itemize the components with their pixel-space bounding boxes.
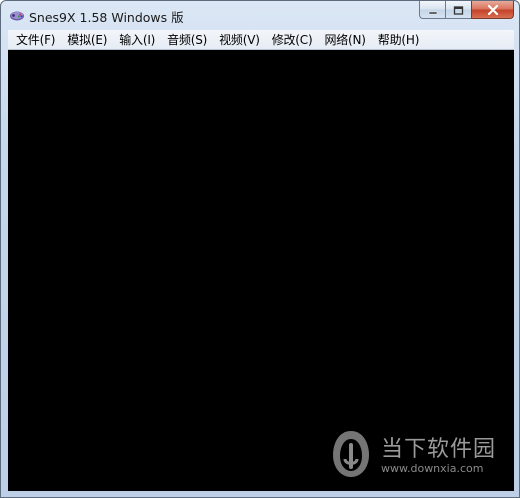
close-button[interactable] — [471, 1, 514, 19]
minimize-icon — [428, 0, 438, 19]
watermark-name: 当下软件园 — [381, 437, 497, 462]
menu-sound[interactable]: 音频(S) — [161, 30, 213, 50]
app-window: Snes9X 1.58 Windows 版 文件(F) 模拟(E) 输入(I) … — [0, 0, 520, 498]
menu-cheat[interactable]: 修改(C) — [266, 30, 319, 50]
menu-emulation[interactable]: 模拟(E) — [61, 30, 113, 50]
menu-file[interactable]: 文件(F) — [10, 30, 61, 50]
watermark: 当下软件园 www.downxia.com — [331, 429, 511, 485]
watermark-logo-icon — [331, 429, 371, 479]
menu-help[interactable]: 帮助(H) — [372, 30, 425, 50]
title-bar[interactable]: Snes9X 1.58 Windows 版 — [1, 1, 519, 29]
menu-bar: 文件(F) 模拟(E) 输入(I) 音频(S) 视频(V) 修改(C) 网络(N… — [8, 30, 514, 50]
watermark-url: www.downxia.com — [381, 462, 484, 475]
caption-buttons — [419, 1, 514, 20]
emulator-viewport[interactable] — [8, 50, 514, 491]
close-icon — [487, 0, 499, 19]
window-title: Snes9X 1.58 Windows 版 — [29, 10, 184, 25]
maximize-icon — [453, 0, 464, 19]
menu-video[interactable]: 视频(V) — [213, 30, 266, 50]
maximize-button[interactable] — [445, 1, 471, 19]
menu-netplay[interactable]: 网络(N) — [318, 30, 371, 50]
snes-controller-icon[interactable] — [9, 7, 25, 23]
menu-input[interactable]: 输入(I) — [113, 30, 161, 50]
minimize-button[interactable] — [419, 1, 445, 19]
